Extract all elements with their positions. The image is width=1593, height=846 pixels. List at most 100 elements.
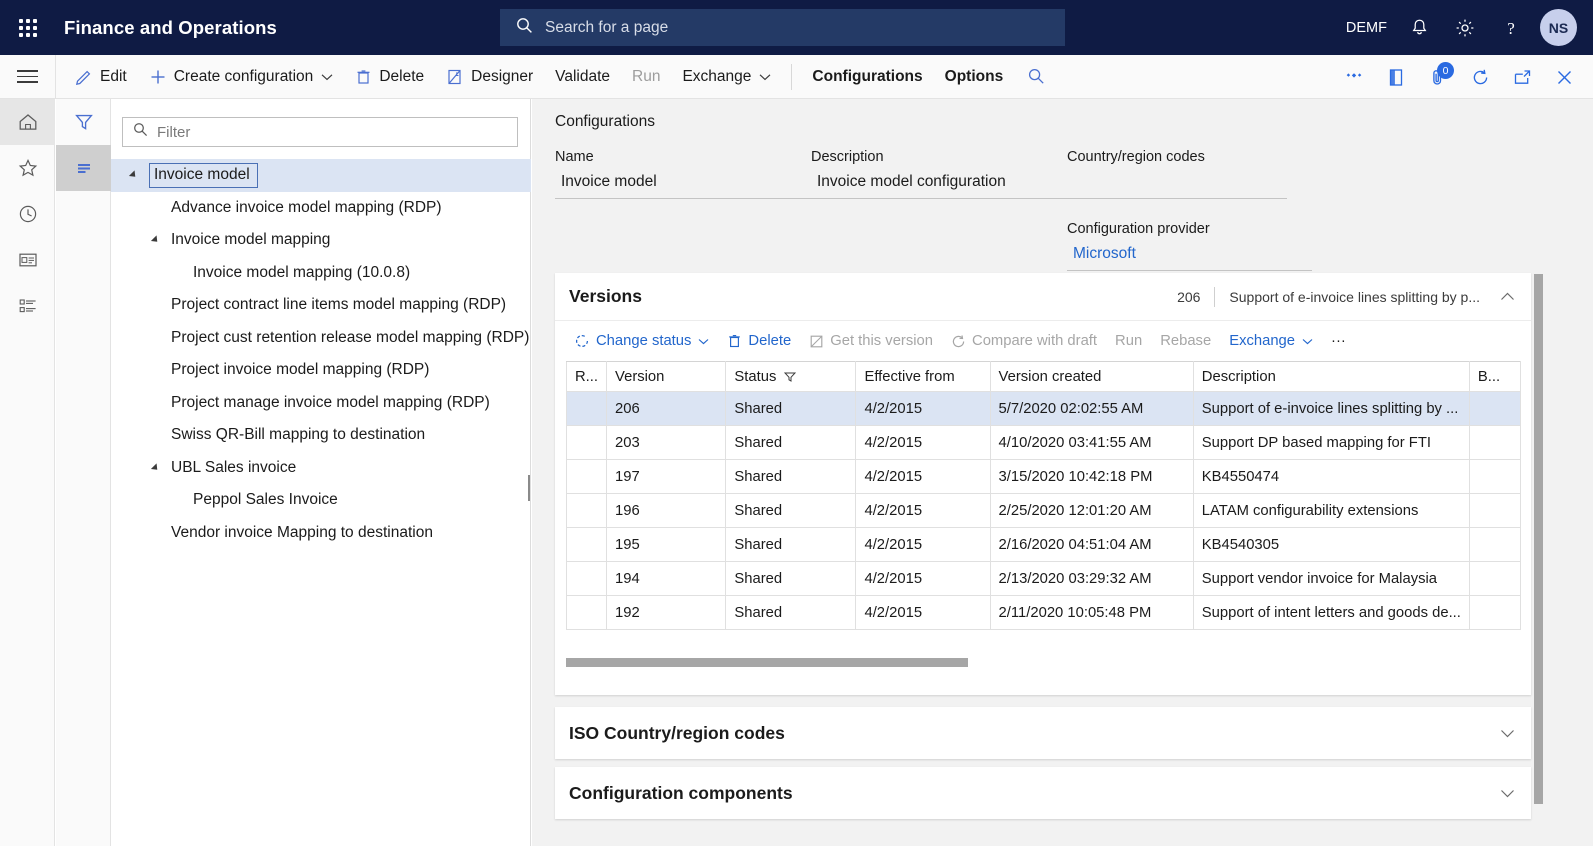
versions-overflow-menu-button[interactable]: ··· (1322, 321, 1355, 361)
field-name-value[interactable]: Invoice model (555, 173, 811, 199)
hamburger-menu-icon[interactable] (0, 55, 55, 99)
cell-effective_from[interactable]: 4/2/2015 (855, 425, 991, 460)
create-configuration-button[interactable]: Create configuration (138, 55, 345, 99)
tree-node[interactable]: Invoice model mapping (10.0.8) (111, 257, 531, 290)
global-search-input[interactable]: Search for a page (500, 9, 1065, 46)
chevron-down-icon[interactable] (1500, 729, 1515, 738)
sidebar-item-recent[interactable] (0, 191, 55, 237)
cell-version_created[interactable]: 2/16/2020 04:51:04 AM (989, 527, 1194, 562)
tree-node[interactable]: Project manage invoice model mapping (RD… (111, 387, 531, 420)
tree-node[interactable]: Invoice model mapping (111, 224, 531, 257)
column-header[interactable]: Description (1192, 361, 1470, 392)
field-configuration-provider-value[interactable]: Microsoft (1067, 245, 1312, 271)
cell-status[interactable]: Shared (725, 459, 857, 494)
tree-node[interactable]: Swiss QR-Bill mapping to destination (111, 419, 531, 452)
versions-fasttab-header[interactable]: Versions 206 Support of e-invoice lines … (555, 273, 1531, 321)
cell-version[interactable]: 192 (606, 595, 727, 630)
table-row[interactable]: 203 Shared 4/2/2015 4/10/2020 03:41:55 AM Su… (565, 425, 1522, 460)
tree-node[interactable]: Project cust retention release model map… (111, 322, 531, 355)
tab-options[interactable]: Options (934, 55, 1015, 99)
designer-button[interactable]: Designer (435, 55, 544, 99)
column-header[interactable]: Version created (989, 361, 1194, 392)
cell-status[interactable]: Shared (725, 527, 857, 562)
table-row[interactable]: 195 Shared 4/2/2015 2/16/2020 04:51:04 AM KB… (565, 527, 1522, 562)
cell-description[interactable]: Support of intent letters and goods de..… (1192, 595, 1470, 630)
tree-expander-icon[interactable] (125, 167, 141, 183)
cell-description[interactable]: LATAM configurability extensions (1192, 493, 1470, 528)
cell-status[interactable]: Shared (725, 425, 857, 460)
cell-description[interactable]: Support vendor invoice for Malaysia (1192, 561, 1470, 596)
cell-base[interactable] (1468, 561, 1522, 596)
cell-effective_from[interactable]: 4/2/2015 (855, 595, 991, 630)
sidebar-item-favorites[interactable] (0, 145, 55, 191)
cell-base[interactable] (1468, 425, 1522, 460)
cell-effective_from[interactable]: 4/2/2015 (855, 493, 991, 528)
tree-node[interactable]: UBL Sales invoice (111, 452, 531, 485)
sidebar-item-home[interactable] (0, 99, 55, 145)
grid-horizontal-scroll-thumb[interactable] (566, 658, 968, 667)
tree-node[interactable]: Project invoice model mapping (RDP) (111, 354, 531, 387)
tree-node[interactable]: Advance invoice model mapping (RDP) (111, 192, 531, 225)
cell-version[interactable]: 195 (606, 527, 727, 562)
cell-version[interactable]: 194 (606, 561, 727, 596)
cell-version_created[interactable]: 2/11/2020 10:05:48 PM (989, 595, 1194, 630)
tab-configurations[interactable]: Configurations (801, 55, 933, 99)
company-selector[interactable]: DEMF (1337, 0, 1396, 55)
table-row[interactable]: 206 Shared 4/2/2015 5/7/2020 02:02:55 AM Sup… (565, 391, 1522, 426)
field-country-region-value[interactable] (1067, 173, 1287, 199)
bell-icon[interactable] (1396, 0, 1442, 55)
cell-effective_from[interactable]: 4/2/2015 (855, 459, 991, 494)
filter-icon[interactable] (784, 371, 797, 383)
cell-description[interactable]: Support of e-invoice lines splitting by … (1192, 391, 1470, 426)
cell-version[interactable]: 203 (606, 425, 727, 460)
cell-description[interactable]: Support DP based mapping for FTI (1192, 425, 1470, 460)
column-header[interactable]: R... (565, 361, 608, 392)
filter-input[interactable]: Filter (122, 117, 518, 147)
cell-base[interactable] (1468, 493, 1522, 528)
personalize-icon[interactable] (1333, 55, 1375, 99)
column-header[interactable]: Effective from (855, 361, 991, 392)
versions-delete-button[interactable]: Delete (718, 321, 800, 361)
cell-status[interactable]: Shared (725, 595, 857, 630)
filter-icon[interactable] (56, 99, 111, 145)
sidebar-item-workspaces[interactable] (0, 237, 55, 283)
attachment-icon[interactable]: 0 (1417, 55, 1459, 99)
action-pane-search-icon[interactable] (1014, 55, 1059, 99)
main-vertical-scroll-thumb[interactable] (1534, 274, 1543, 804)
delete-button[interactable]: Delete (344, 55, 435, 99)
table-row[interactable]: 196 Shared 4/2/2015 2/25/2020 12:01:20 AM LA… (565, 493, 1522, 528)
tree-expander-icon[interactable] (147, 460, 163, 476)
table-row[interactable]: 192 Shared 4/2/2015 2/11/2020 10:05:48 PM Su… (565, 595, 1522, 630)
close-icon[interactable] (1543, 55, 1585, 99)
grid-horizontal-scrollbar[interactable] (566, 658, 1510, 667)
gear-icon[interactable] (1442, 0, 1488, 55)
cell-version_created[interactable]: 4/10/2020 03:41:55 AM (989, 425, 1194, 460)
main-vertical-scrollbar[interactable] (1534, 274, 1543, 804)
cell-effective_from[interactable]: 4/2/2015 (855, 527, 991, 562)
office-icon[interactable] (1375, 55, 1417, 99)
column-header[interactable]: Version (606, 361, 727, 392)
refresh-icon[interactable] (1459, 55, 1501, 99)
cell-version_created[interactable]: 3/15/2020 10:42:18 PM (989, 459, 1194, 494)
cell-mark[interactable] (565, 493, 608, 528)
app-launcher-icon[interactable] (0, 0, 56, 55)
cell-description[interactable]: KB4540305 (1192, 527, 1470, 562)
cell-effective_from[interactable]: 4/2/2015 (855, 561, 991, 596)
iso-country-region-header[interactable]: ISO Country/region codes (555, 707, 1531, 759)
cell-base[interactable] (1468, 527, 1522, 562)
cell-version_created[interactable]: 2/25/2020 12:01:20 AM (989, 493, 1194, 528)
cell-mark[interactable] (565, 595, 608, 630)
question-mark-icon[interactable]: ? (1488, 0, 1534, 55)
cell-mark[interactable] (565, 425, 608, 460)
cell-effective_from[interactable]: 4/2/2015 (855, 391, 991, 426)
cell-version_created[interactable]: 2/13/2020 03:29:32 AM (989, 561, 1194, 596)
versions-exchange-button[interactable]: Exchange (1220, 321, 1322, 361)
cell-status[interactable]: Shared (725, 561, 857, 596)
list-icon[interactable] (56, 145, 111, 191)
cell-description[interactable]: KB4550474 (1192, 459, 1470, 494)
cell-mark[interactable] (565, 561, 608, 596)
chevron-up-icon[interactable] (1500, 292, 1515, 301)
validate-button[interactable]: Validate (544, 55, 621, 99)
cell-status[interactable]: Shared (725, 391, 857, 426)
table-row[interactable]: 197 Shared 4/2/2015 3/15/2020 10:42:18 PM KB… (565, 459, 1522, 494)
